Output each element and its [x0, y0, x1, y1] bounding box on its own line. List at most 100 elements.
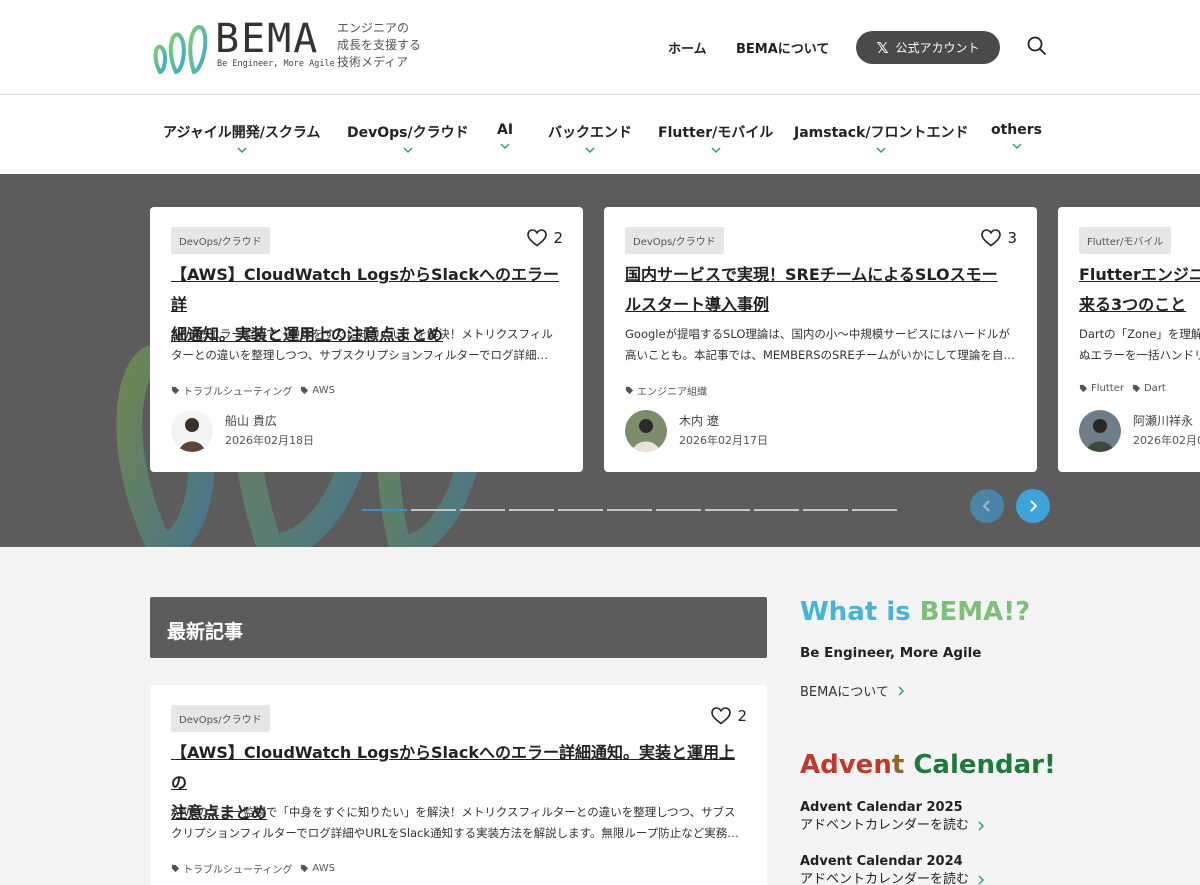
tag-item[interactable]: Flutter: [1079, 383, 1124, 394]
featured-article-card[interactable]: Flutter/モバイル Flutterエンジニ 来る3つのこと Dartの「Z…: [1058, 207, 1200, 472]
publish-date: 2026年02月06: [1133, 434, 1200, 447]
featured-article-card[interactable]: DevOps/クラウド 2 【AWS】CloudWatch LogsからSlac…: [150, 207, 583, 472]
category-label: Flutter/モバイル: [658, 125, 774, 141]
tag-item[interactable]: エンジニア組織: [625, 383, 707, 398]
author-avatar: [171, 410, 213, 452]
featured-article-card[interactable]: DevOps/クラウド 3 国内サービスで実現！SREチームによるSLOスモー …: [604, 207, 1037, 472]
category-badge[interactable]: DevOps/クラウド: [171, 227, 270, 254]
article-list-item[interactable]: DevOps/クラウド 2 【AWS】CloudWatch LogsからSlac…: [150, 685, 767, 885]
what-is-bema-heading: What is BEMA!?: [800, 597, 1030, 627]
nav-home-link[interactable]: ホーム: [668, 38, 707, 57]
pagination-dot[interactable]: [411, 509, 456, 511]
chevron-down-icon: [876, 147, 886, 154]
heading-part: BEMA!?: [919, 597, 1031, 627]
advent-year: Advent Calendar 2024: [800, 854, 963, 869]
tag-item[interactable]: トラブルシューティング: [171, 861, 292, 876]
category-backend[interactable]: バックエンド: [548, 122, 632, 155]
logo-wordmark[interactable]: BEMA: [215, 16, 319, 62]
author-avatar: [1079, 410, 1121, 452]
heading-part: Adven: [800, 750, 892, 780]
tag-icon: [301, 386, 309, 395]
chevron-down-icon: [403, 147, 413, 154]
tag-label: トラブルシューティング: [183, 865, 293, 876]
category-label: DevOps/クラウド: [347, 125, 469, 141]
tag-item[interactable]: AWS: [300, 383, 335, 398]
category-jamstack[interactable]: Jamstack/フロントエンド: [794, 122, 968, 155]
like-counter[interactable]: 2: [711, 707, 747, 725]
tag-label: AWS: [312, 863, 335, 874]
tag-item[interactable]: トラブルシューティング: [171, 383, 292, 398]
heading-part: What is: [800, 597, 920, 627]
chevron-down-icon: [585, 147, 595, 154]
pagination-dot[interactable]: [558, 509, 603, 511]
article-tags: トラブルシューティング AWS: [171, 383, 335, 398]
advent-calendar-2025-link[interactable]: Advent Calendar 2025 アドベントカレンダーを読む: [800, 799, 985, 835]
tag-icon: [1132, 384, 1141, 393]
article-tags: エンジニア組織: [625, 383, 707, 398]
advent-read-label: アドベントカレンダーを読む: [800, 872, 970, 885]
chevron-down-icon: [237, 147, 247, 154]
chevron-down-icon: [500, 143, 510, 150]
pagination-dot[interactable]: [705, 509, 750, 511]
article-title[interactable]: Flutterエンジニ 来る3つのこと: [1079, 260, 1200, 320]
category-others[interactable]: others: [991, 122, 1042, 151]
category-badge[interactable]: DevOps/クラウド: [625, 227, 724, 254]
pagination-dot[interactable]: [803, 509, 848, 511]
article-author: 木内 遼 2026年02月17日: [625, 410, 768, 452]
publish-date: 2026年02月17日: [679, 434, 768, 447]
bema-logo-icon[interactable]: [152, 18, 212, 76]
article-tags: Flutter Dart: [1079, 383, 1166, 394]
pagination-dot[interactable]: [754, 509, 799, 511]
tag-icon: [625, 386, 634, 395]
slider-next-button[interactable]: [1016, 489, 1050, 523]
article-tags: トラブルシューティング AWS: [171, 861, 335, 876]
article-excerpt: AWSのエラー監視で「中身をすぐに知りたい」を解決！メトリクスフィルターとの違い…: [171, 805, 739, 840]
pagination-dot[interactable]: [852, 509, 897, 511]
category-agile[interactable]: アジャイル開発/スクラム: [163, 122, 320, 155]
category-label: AI: [497, 122, 514, 138]
article-author: 阿瀬川祥永 2026年02月06: [1079, 410, 1200, 452]
logo-subtitle: Be Engineer, More Agile: [217, 59, 335, 69]
publish-date: 2026年02月18日: [225, 434, 314, 447]
chevron-left-icon: [982, 500, 990, 512]
tagline-text: エンジニアの 成長を支援する 技術メディア: [337, 21, 422, 69]
category-flutter[interactable]: Flutter/モバイル: [658, 122, 773, 155]
tag-icon: [1079, 384, 1088, 393]
pagination-dot[interactable]: [656, 509, 701, 511]
article-title[interactable]: 国内サービスで実現！SREチームによるSLOスモー ルスタート導入事例: [625, 260, 1020, 320]
advent-calendar-2024-link[interactable]: Advent Calendar 2024 アドベントカレンダーを読む: [800, 853, 985, 885]
tag-label: AWS: [312, 385, 335, 396]
slider-prev-button[interactable]: [970, 489, 1004, 523]
advent-read-label: アドベントカレンダーを読む: [800, 818, 970, 833]
pagination-dot[interactable]: [362, 509, 407, 511]
category-label: アジャイル開発/スクラム: [163, 125, 321, 141]
about-bema-link[interactable]: BEMAについて: [800, 681, 905, 700]
advent-read-link: アドベントカレンダーを読む: [800, 871, 985, 885]
x-account-button[interactable]: 𝕏 公式アカウント: [856, 31, 1000, 64]
tag-item[interactable]: AWS: [300, 861, 335, 876]
tag-icon: [301, 864, 309, 873]
latest-articles-heading: 最新記事: [150, 597, 767, 658]
advent-read-link: アドベントカレンダーを読む: [800, 817, 985, 835]
tag-item[interactable]: Dart: [1132, 383, 1166, 394]
site-tagline: エンジニアの 成長を支援する 技術メディア: [337, 20, 421, 71]
like-count: 3: [1007, 229, 1017, 247]
category-badge[interactable]: DevOps/クラウド: [171, 705, 270, 732]
pagination-dot[interactable]: [460, 509, 505, 511]
category-label: Jamstack/フロントエンド: [794, 125, 969, 141]
category-devops[interactable]: DevOps/クラウド: [347, 122, 469, 155]
pagination-dot[interactable]: [509, 509, 554, 511]
category-ai[interactable]: AI: [497, 122, 513, 151]
chevron-down-icon: [711, 147, 721, 154]
chevron-right-icon: [978, 821, 985, 831]
category-badge[interactable]: Flutter/モバイル: [1079, 227, 1172, 254]
article-author: 船山 貴広 2026年02月18日: [171, 410, 314, 452]
tag-icon: [171, 864, 180, 873]
nav-about-link[interactable]: BEMAについて: [736, 38, 829, 57]
like-counter[interactable]: 3: [981, 229, 1017, 247]
pagination-dot[interactable]: [607, 509, 652, 511]
like-counter[interactable]: 2: [527, 229, 563, 247]
chevron-right-icon: [1030, 500, 1038, 512]
search-icon[interactable]: [1026, 35, 1048, 57]
tag-label: Dart: [1143, 383, 1166, 394]
